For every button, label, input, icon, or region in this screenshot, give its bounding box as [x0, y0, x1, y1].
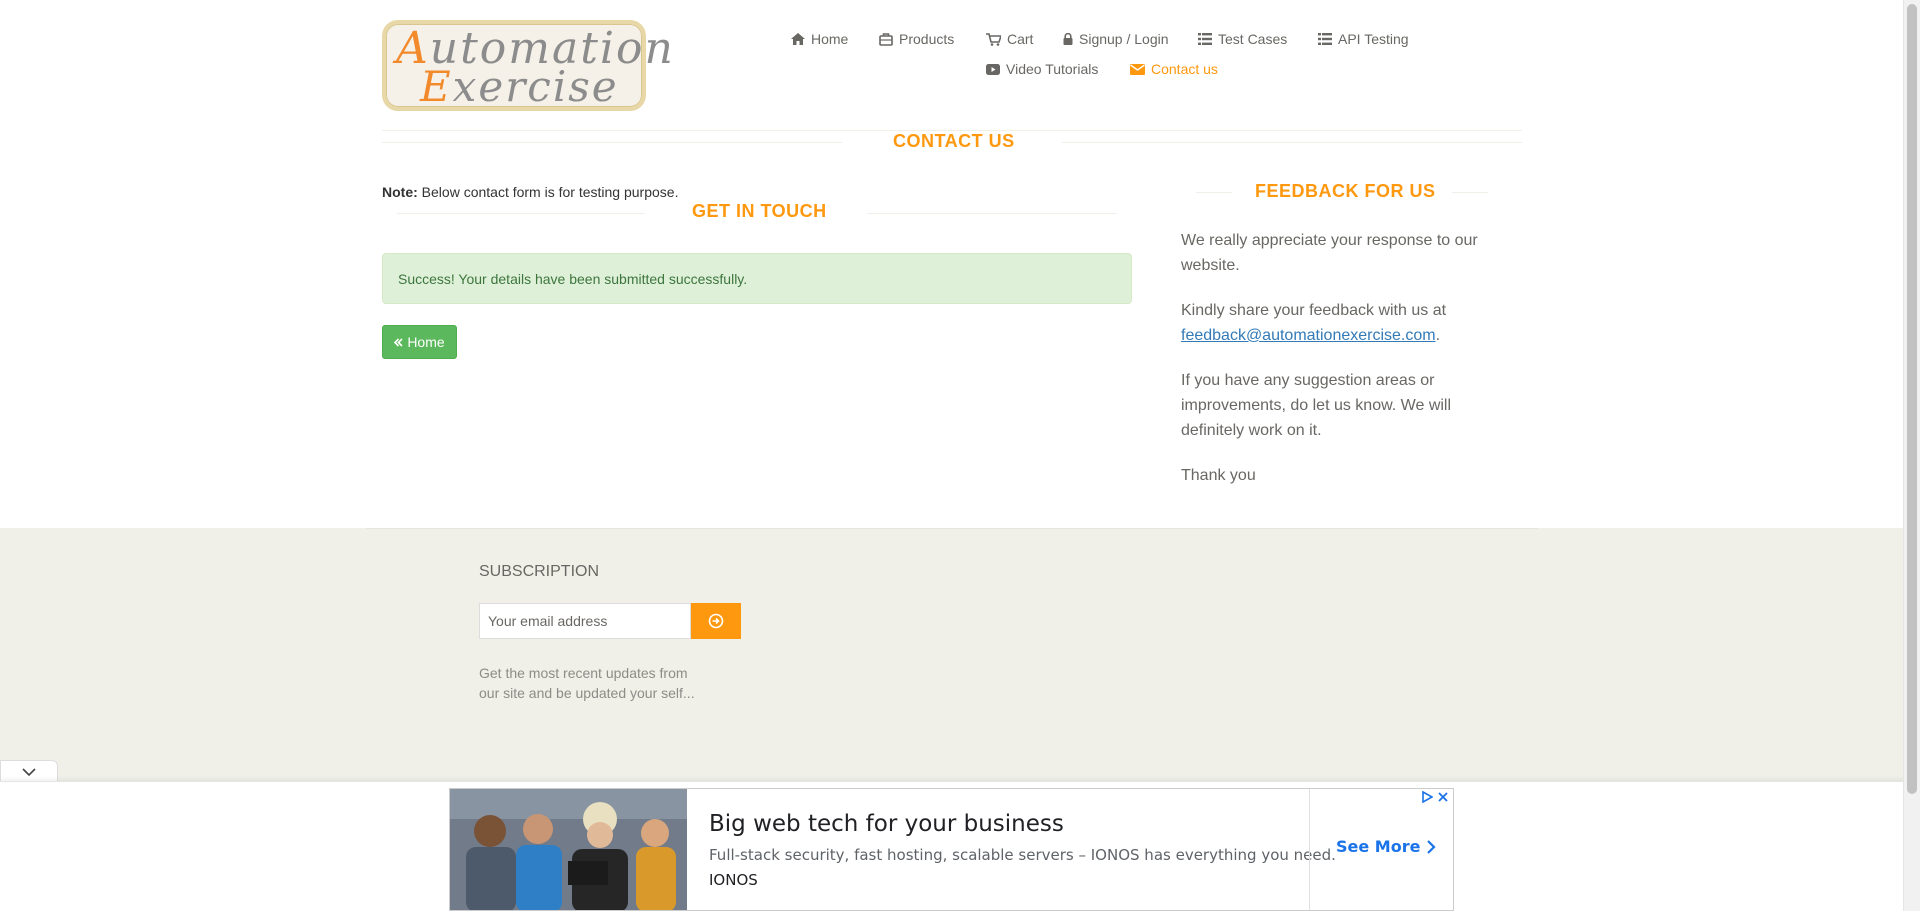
feedback-heading: Feedback For Us — [1255, 181, 1436, 201]
subscribe-button[interactable] — [691, 603, 741, 639]
ad-controls — [1421, 791, 1449, 803]
get-in-touch-line-right — [867, 213, 1117, 214]
feedback-title-line-left — [1196, 192, 1232, 193]
get-in-touch-heading: Get In Touch — [692, 201, 827, 221]
nav-video-tutorials[interactable]: Video Tutorials — [986, 61, 1098, 77]
success-message: Success! Your details have been submitte… — [398, 270, 748, 287]
page-scrollbar[interactable] — [1903, 0, 1920, 911]
list-icon — [1318, 33, 1332, 45]
scrollbar-thumb[interactable] — [1907, 4, 1917, 794]
feedback-email-link[interactable]: feedback@automationexercise.com — [1181, 327, 1436, 344]
nav-api-testing[interactable]: API Testing — [1318, 31, 1409, 47]
ad-collapse-toggle[interactable] — [0, 760, 58, 783]
youtube-icon — [986, 63, 1000, 75]
nav-test-cases[interactable]: Test Cases — [1198, 31, 1287, 47]
get-in-touch-line-left — [397, 213, 645, 214]
feedback-paragraph-4: Thank you — [1181, 467, 1256, 484]
home-icon — [791, 33, 805, 45]
close-icon[interactable] — [1437, 791, 1449, 803]
success-alert: Success! Your details have been submitte… — [382, 253, 1132, 304]
nav-products[interactable]: Products — [879, 31, 954, 47]
page-title: Contact Us — [893, 131, 1015, 151]
feedback-paragraph-3: If you have any suggestion areas or impr… — [1181, 372, 1452, 439]
nav-home[interactable]: Home — [791, 31, 848, 47]
circle-arrow-right-icon — [708, 613, 724, 629]
subscription-description: Get the most recent updates from our sit… — [479, 665, 695, 701]
subscribe-email-input[interactable] — [479, 603, 691, 639]
products-icon — [879, 32, 893, 46]
nav-signup-login[interactable]: Signup / Login — [1063, 31, 1169, 47]
list-icon — [1198, 33, 1212, 45]
ad-image — [450, 789, 687, 910]
footer — [0, 528, 1904, 783]
subscription-title: Subscription — [479, 563, 600, 580]
nav-contact-us[interactable]: Contact us — [1130, 61, 1218, 77]
contact-title-line-right — [1062, 142, 1522, 143]
feedback-paragraph-1: We really appreciate your response to ou… — [1181, 232, 1478, 274]
ad-description: Full-stack security, fast hosting, scala… — [709, 846, 1336, 864]
feedback-title-line-right — [1452, 192, 1488, 193]
home-button[interactable]: Home — [382, 325, 457, 359]
lock-icon — [1063, 33, 1073, 45]
feedback-paragraph-2: Kindly share your feedback with us at fe… — [1181, 302, 1447, 344]
ad-brand: IONOS — [709, 871, 758, 889]
footer-top-line — [366, 528, 1538, 529]
envelope-icon — [1130, 63, 1145, 75]
ad-headline[interactable]: Big web tech for your business — [709, 811, 1064, 837]
logo-text-line2: Exercise — [420, 62, 619, 111]
ad-banner[interactable]: Big web tech for your business Full-stac… — [449, 788, 1454, 911]
adchoices-icon[interactable] — [1421, 791, 1433, 803]
cart-icon — [986, 32, 1001, 46]
ad-divider — [1309, 789, 1310, 910]
chevron-right-icon — [1427, 839, 1437, 854]
contact-title-line-left — [382, 142, 842, 143]
ad-see-more-button[interactable]: See More — [1336, 837, 1437, 856]
double-chevron-left-icon — [394, 337, 403, 347]
form-note: Note: Below contact form is for testing … — [382, 184, 679, 200]
site-logo[interactable]: Automation Exercise — [382, 20, 673, 111]
nav-cart[interactable]: Cart — [986, 31, 1033, 47]
chevron-down-icon — [22, 768, 36, 776]
